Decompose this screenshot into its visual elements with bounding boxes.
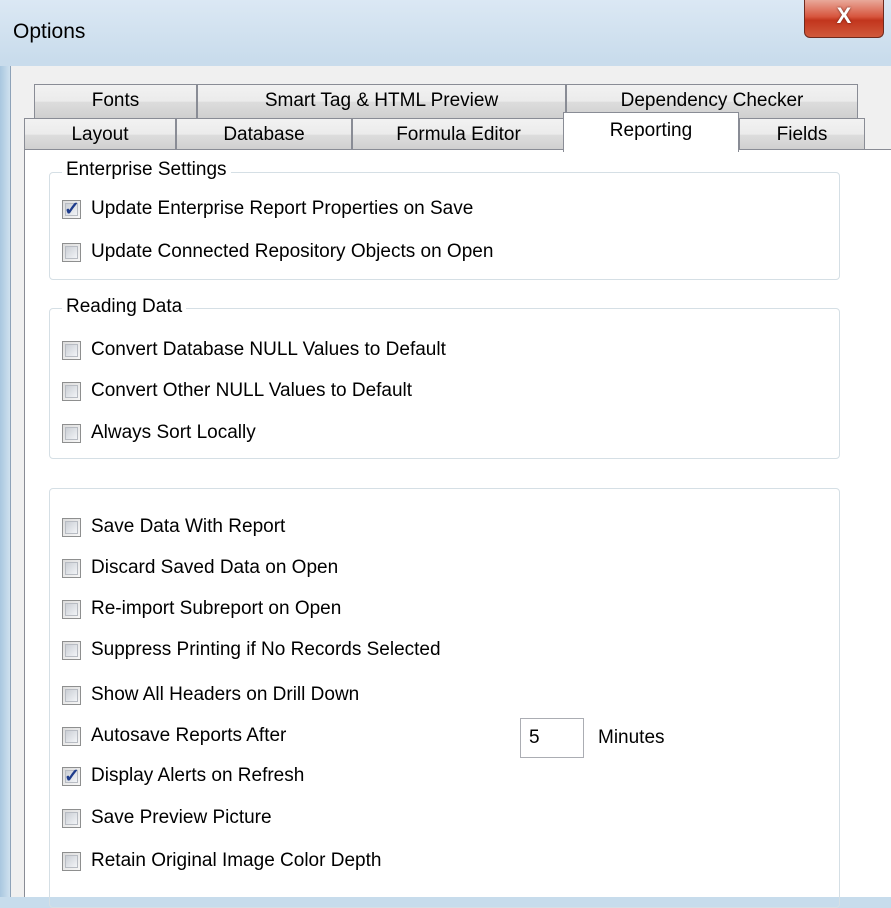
checkbox-label: Convert Other NULL Values to Default (91, 380, 413, 401)
options-dialog: Options X Fonts Smart Tag & HTML Preview… (0, 0, 891, 908)
tab-layout[interactable]: Layout (24, 118, 176, 150)
checkbox[interactable]: ✓ (62, 199, 81, 220)
tab-label: Formula Editor (396, 124, 521, 145)
close-icon: X (836, 3, 852, 28)
checkbox-label: Retain Original Image Color Depth (91, 850, 382, 871)
checkbox[interactable] (62, 424, 81, 443)
checkbox-label: Convert Database NULL Values to Default (91, 339, 446, 360)
tab-label: Layout (71, 124, 129, 145)
checkbox-label: Update Enterprise Report Properties on S… (91, 198, 474, 219)
checkmark-icon: ✓ (64, 766, 80, 787)
window-border (0, 66, 10, 897)
checkbox-label: Always Sort Locally (91, 422, 256, 443)
checkbox[interactable] (62, 727, 81, 746)
checkbox[interactable] (62, 341, 81, 360)
title-bar[interactable]: Options X (0, 0, 891, 66)
checkbox[interactable] (62, 600, 81, 619)
checkbox[interactable]: ✓ (62, 766, 81, 787)
checkbox-label: Suppress Printing if No Records Selected (91, 639, 441, 660)
checkbox-label: Display Alerts on Refresh (91, 765, 305, 786)
checkbox[interactable] (62, 559, 81, 578)
checkbox-label: Re-import Subreport on Open (91, 598, 342, 619)
checkbox-label: Show All Headers on Drill Down (91, 684, 360, 705)
reading-data-title: Reading Data (62, 296, 187, 318)
checkbox[interactable] (62, 243, 81, 262)
checkbox[interactable] (62, 518, 81, 537)
checkbox[interactable] (62, 641, 81, 660)
tab-label: Reporting (609, 120, 693, 141)
tab-smart-tag-html-preview[interactable]: Smart Tag & HTML Preview (197, 84, 566, 118)
autosave-minutes-input[interactable]: 5 (520, 718, 584, 758)
checkbox-label: Update Connected Repository Objects on O… (91, 241, 494, 262)
tab-formula-editor[interactable]: Formula Editor (352, 118, 565, 150)
tab-database[interactable]: Database (176, 118, 352, 150)
enterprise-settings-title: Enterprise Settings (62, 159, 231, 181)
tab-reporting[interactable]: Reporting (563, 112, 739, 152)
dialog-title: Options (13, 20, 86, 43)
close-button[interactable]: X (804, 0, 884, 38)
checkmark-icon: ✓ (64, 199, 80, 220)
tab-label: Fields (776, 124, 828, 145)
checkbox-label: Discard Saved Data on Open (91, 557, 339, 578)
checkbox[interactable] (62, 809, 81, 828)
tab-label: Fonts (91, 90, 140, 111)
autosave-unit-label: Minutes (598, 727, 665, 748)
checkbox[interactable] (62, 382, 81, 401)
tab-label: Database (223, 124, 305, 145)
tab-fields[interactable]: Fields (739, 118, 865, 150)
enterprise-settings-group (49, 172, 840, 280)
tab-label: Smart Tag & HTML Preview (264, 90, 499, 111)
tab-fonts[interactable]: Fonts (34, 84, 197, 118)
checkbox-label: Save Data With Report (91, 516, 286, 537)
checkbox-label: Save Preview Picture (91, 807, 272, 828)
reporting-panel: Enterprise Settings ✓ Update Enterprise … (24, 149, 891, 908)
checkbox[interactable] (62, 686, 81, 705)
checkbox-label: Autosave Reports After (91, 725, 287, 746)
checkbox[interactable] (62, 852, 81, 871)
tab-label: Dependency Checker (620, 90, 804, 111)
